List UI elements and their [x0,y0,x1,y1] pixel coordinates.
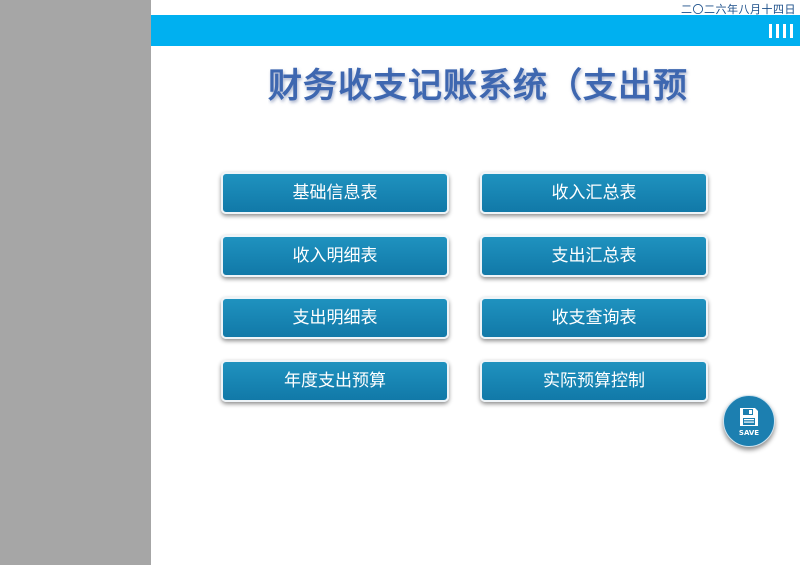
top-strip: 二〇二六年八月十四日 [151,0,800,16]
expense-summary-button[interactable]: 支出汇总表 [480,235,708,277]
annual-budget-button[interactable]: 年度支出预算 [221,360,449,402]
header-bar [151,15,800,46]
basic-info-button[interactable]: 基础信息表 [221,172,449,214]
save-button[interactable]: SAVE [723,395,775,447]
budget-control-button[interactable]: 实际预算控制 [480,360,708,402]
income-detail-button[interactable]: 收入明细表 [221,235,449,277]
floppy-disk-icon [740,407,758,426]
menu-icon[interactable] [769,24,793,38]
save-label: SAVE [738,428,760,437]
income-summary-button[interactable]: 收入汇总表 [480,172,708,214]
left-panel [0,0,151,565]
query-button[interactable]: 收支查询表 [480,297,708,339]
page-title: 财务收支记账系统（支出预 [268,66,688,106]
expense-detail-button[interactable]: 支出明细表 [221,297,449,339]
